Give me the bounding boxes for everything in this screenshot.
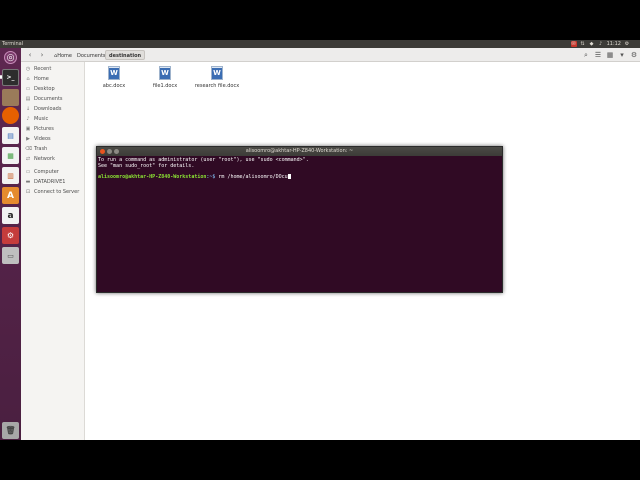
sidebar-item-label: Music [34,115,49,122]
bluetooth-indicator-icon[interactable]: ◆ [589,41,595,47]
file-research-file-docx[interactable]: W research file.docx [191,66,243,96]
drive-icon: ▬ [25,178,31,185]
file-file1-docx[interactable]: W file1.docx [139,66,191,96]
trash-icon: ⌫ [25,145,33,152]
drive-launcher-icon[interactable]: ▭ [2,247,19,264]
sound-indicator-icon[interactable]: ♪ [598,41,604,47]
breadcrumb-home-label: Home [57,53,72,59]
sidebar-item-label: Trash [34,145,48,152]
dash-home-icon[interactable]: ◎ [4,51,17,64]
terminal-title: alisoomro@akhtar-HP-Z840-Workstation: ~ [245,148,354,154]
search-icon[interactable]: ⌕ [581,50,591,60]
clock-icon: ◷ [25,65,31,72]
sidebar-item-pictures[interactable]: ▣ Pictures [21,124,85,133]
sidebar-item-label: Downloads [34,105,62,112]
video-icon: ▶ [26,135,30,142]
sidebar-item-trash[interactable]: ⌫ Trash [21,144,85,153]
terminal-titlebar[interactable]: alisoomro@akhtar-HP-Z840-Workstation: ~ [97,147,502,156]
active-app-title: Terminal [2,41,24,47]
sidebar-item-label: Videos [34,135,51,142]
sidebar-item-label: DATADRIVE1 [34,178,66,185]
view-options-icon[interactable]: ▾ [617,50,627,60]
sidebar-item-label: Pictures [34,125,54,132]
calc-launcher-icon[interactable]: ▦ [2,147,19,164]
sidebar-item-downloads[interactable]: ↓ Downloads [21,104,85,113]
file-name: abc.docx [102,83,126,89]
grid-view-icon[interactable]: ▦ [605,50,615,60]
sidebar-item-label: Connect to Server [34,188,80,195]
sidebar-item-label: Desktop [34,85,55,92]
menu-icon[interactable]: ⚙ [629,50,639,60]
writer-launcher-icon[interactable]: ▤ [2,127,19,144]
back-icon[interactable]: ‹ [25,50,35,60]
trash-launcher-icon[interactable]: 🗑 [2,422,19,439]
computer-icon: ▭ [25,168,31,175]
mail-indicator-icon[interactable]: ✉ [570,41,577,47]
sidebar-item-recent[interactable]: ◷ Recent [21,64,85,73]
folder-icon: ▤ [25,95,31,102]
file-name: research file.docx [194,83,240,89]
impress-launcher-icon[interactable]: ▥ [2,167,19,184]
sidebar-item-label: Home [34,75,49,82]
settings-launcher-icon[interactable]: ⚙ [2,227,19,244]
terminal-line: See "man sudo_root" for details. [98,162,195,169]
network-indicator-icon[interactable]: ⇅ [580,41,586,47]
desktop-icon: ▭ [25,85,31,92]
firefox-launcher-icon[interactable] [2,107,19,124]
typed-command: rm /home/alisoomro/DOcu [215,174,288,180]
sidebar-item-label: Computer [34,168,59,175]
system-menu-icon[interactable]: ⚙ [624,41,630,47]
desktop-screen: Terminal ✉ ⇅ ◆ ♪ 11:12 ⚙ ◎ >_ ▤ ▦ ▥ A a … [0,40,640,440]
top-panel: Terminal ✉ ⇅ ◆ ♪ 11:12 ⚙ [0,40,640,48]
sidebar-item-videos[interactable]: ▶ Videos [21,134,85,143]
terminal-prompt-line: alisoomro@akhtar-HP-Z840-Workstation:~$ … [98,174,501,181]
file-manager-toolbar: ‹ › ⌂Home Documents destination ⌕ ☰ ▦ ▾ … [21,48,640,62]
amazon-launcher-icon[interactable]: a [2,207,19,224]
prompt-user: alisoomro@akhtar-HP-Z840-Workstation [98,174,207,180]
sidebar-item-music[interactable]: ♪ Music [21,114,85,123]
clock[interactable]: 11:12 [607,41,621,47]
places-sidebar: ◷ Recent ⌂ Home ▭ Desktop ▤ Documents ↓ Downl… [21,62,85,440]
sidebar-item-documents[interactable]: ▤ Documents [21,94,85,103]
sidebar-item-label: Network [34,155,55,162]
terminal-window[interactable]: alisoomro@akhtar-HP-Z840-Workstation: ~ … [96,146,503,293]
network-icon: ⇄ [25,155,31,162]
sidebar-item-label: Documents [34,95,63,102]
list-view-icon[interactable]: ☰ [593,50,603,60]
word-document-icon: W [159,66,171,80]
pictures-icon: ▣ [25,125,31,132]
launcher: ◎ >_ ▤ ▦ ▥ A a ⚙ ▭ 🗑 [0,48,21,440]
sidebar-item-label: Recent [34,65,52,72]
server-icon: ⊡ [25,188,31,195]
file-abc-docx[interactable]: W abc.docx [88,66,140,96]
sidebar-item-desktop[interactable]: ▭ Desktop [21,84,85,93]
software-center-icon[interactable]: A [2,187,19,204]
forward-icon[interactable]: › [37,50,47,60]
minimize-icon[interactable] [107,149,112,154]
sidebar-item-computer[interactable]: ▭ Computer [21,167,85,176]
terminal-output[interactable]: To run a command as administrator (user … [97,156,502,183]
maximize-icon[interactable] [114,149,119,154]
home-icon: ⌂ [26,75,30,82]
terminal-cursor [287,174,291,179]
files-launcher-icon[interactable] [2,89,19,106]
sidebar-item-connect-to-server[interactable]: ⊡ Connect to Server [21,187,85,196]
sidebar-item-datadrive1[interactable]: ▬ DATADRIVE1 [21,177,85,186]
music-icon: ♪ [26,115,30,122]
sidebar-item-home[interactable]: ⌂ Home [21,74,85,83]
sidebar-item-network[interactable]: ⇄ Network [21,154,85,163]
terminal-launcher-icon[interactable]: >_ [2,69,19,86]
word-document-icon: W [211,66,223,80]
word-document-icon: W [108,66,120,80]
file-name: file1.docx [152,83,178,89]
download-icon: ↓ [25,105,31,112]
breadcrumb-destination[interactable]: destination [105,50,146,60]
indicator-area: ✉ ⇅ ◆ ♪ 11:12 ⚙ [570,41,630,47]
close-icon[interactable] [100,149,105,154]
